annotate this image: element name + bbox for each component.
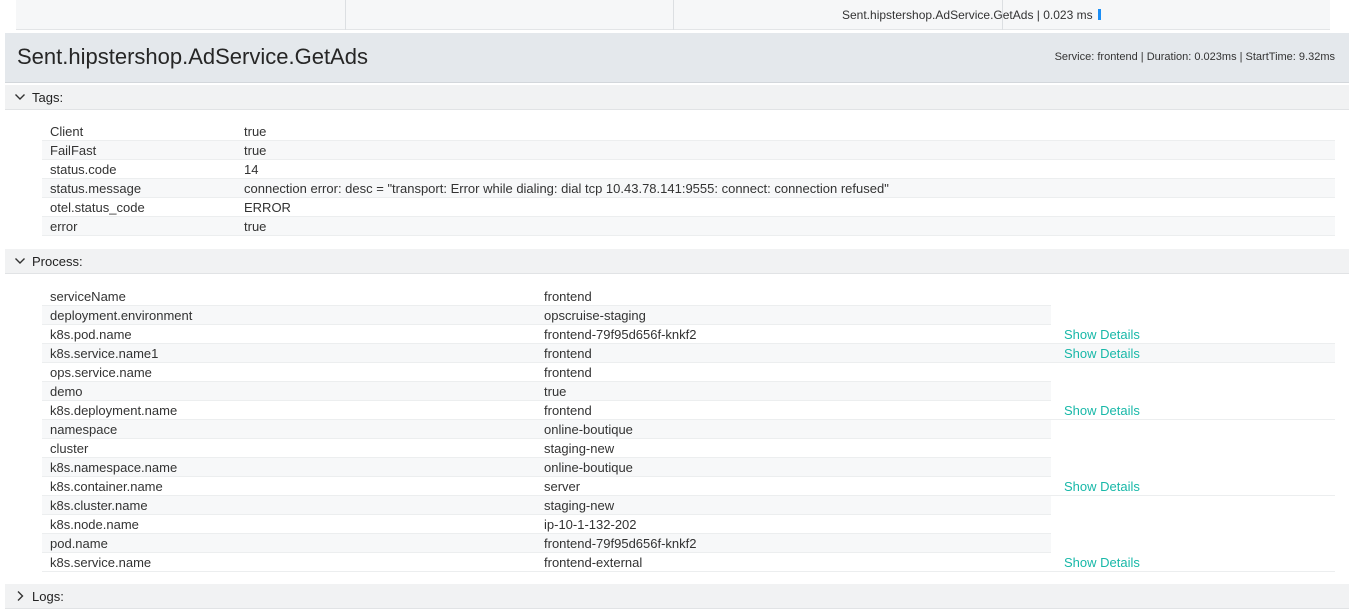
span-meta: Service: frontend | Duration: 0.023ms | … xyxy=(1054,51,1335,63)
table-row: ops.service.name frontend xyxy=(42,363,1051,382)
span-bar-label: Sent.hipstershop.AdService.GetAds | 0.02… xyxy=(842,8,1093,22)
row-value: server xyxy=(544,479,581,494)
row-value: frontend xyxy=(544,365,592,380)
row-key: k8s.service.name xyxy=(50,555,152,570)
row-key: namespace xyxy=(50,422,118,437)
row-key: deployment.environment xyxy=(50,308,193,323)
table-row: k8s.container.name server Show Details xyxy=(42,477,1335,496)
row-value: frontend xyxy=(544,346,592,361)
row-key: k8s.cluster.name xyxy=(50,498,148,513)
table-row: k8s.service.name1 frontend Show Details xyxy=(42,344,1335,363)
logs-section-label: Logs: xyxy=(32,589,64,604)
row-key: status.message xyxy=(50,181,142,196)
row-key: status.code xyxy=(50,162,117,177)
row-key: Client xyxy=(50,124,84,139)
row-value: staging-new xyxy=(544,498,615,513)
row-value: ERROR xyxy=(244,200,291,215)
row-value: frontend-79f95d656f-knkf2 xyxy=(544,327,697,342)
row-value: frontend-external xyxy=(544,555,643,570)
row-key: k8s.container.name xyxy=(50,479,163,494)
table-row: k8s.namespace.name online-boutique xyxy=(42,458,1051,477)
process-section-label: Process: xyxy=(32,254,83,269)
table-row: status.code 14 xyxy=(42,160,1335,179)
table-row: deployment.environment opscruise-staging xyxy=(42,306,1051,325)
table-row: cluster staging-new xyxy=(42,439,1051,458)
row-key: k8s.node.name xyxy=(50,517,139,532)
table-row: namespace online-boutique xyxy=(42,420,1051,439)
timeline-tick xyxy=(345,0,346,30)
row-key: k8s.service.name1 xyxy=(50,346,159,361)
row-key: FailFast xyxy=(50,143,97,158)
span-bar[interactable] xyxy=(1098,9,1101,20)
chevron-down-icon xyxy=(15,94,25,100)
row-value: opscruise-staging xyxy=(544,308,646,323)
table-row: status.message connection error: desc = "… xyxy=(42,179,1335,198)
table-row: k8s.cluster.name staging-new xyxy=(42,496,1051,515)
table-row: serviceName frontend xyxy=(42,287,1051,306)
chevron-down-icon xyxy=(15,258,25,264)
table-row: pod.name frontend-79f95d656f-knkf2 xyxy=(42,534,1051,553)
span-timeline: Sent.hipstershop.AdService.GetAds | 0.02… xyxy=(16,0,1330,30)
row-value: frontend xyxy=(544,403,592,418)
span-title: Sent.hipstershop.AdService.GetAds xyxy=(17,44,368,69)
tags-table: Client true FailFast true status.code 14 statu… xyxy=(42,122,1335,236)
table-row: error true xyxy=(42,217,1335,236)
row-key: serviceName xyxy=(50,289,126,304)
row-key: ops.service.name xyxy=(50,365,152,380)
table-row: k8s.deployment.name frontend Show Details xyxy=(42,401,1335,420)
row-key: error xyxy=(50,219,78,234)
logs-section-toggle[interactable]: Logs: xyxy=(5,584,1349,609)
row-value: frontend xyxy=(544,289,592,304)
table-row: k8s.service.name frontend-external Show De… xyxy=(42,553,1335,572)
table-row: k8s.node.name ip-10-1-132-202 xyxy=(42,515,1051,534)
tags-section-toggle[interactable]: Tags: xyxy=(5,85,1349,110)
row-value: true xyxy=(244,124,267,139)
chevron-right-icon xyxy=(17,591,24,601)
show-details-link[interactable]: Show Details xyxy=(1064,479,1140,494)
row-value: online-boutique xyxy=(544,422,633,437)
row-value: true xyxy=(244,143,267,158)
table-row: k8s.pod.name frontend-79f95d656f-knkf2 Sho… xyxy=(42,325,1335,344)
row-value: 14 xyxy=(244,162,259,177)
row-key: cluster xyxy=(50,441,89,456)
process-table: serviceName frontend deployment.environmen… xyxy=(42,287,1335,572)
show-details-link[interactable]: Show Details xyxy=(1064,346,1140,361)
row-value: connection error: desc = "transport: Err… xyxy=(244,181,889,196)
show-details-link[interactable]: Show Details xyxy=(1064,403,1140,418)
row-value: frontend-79f95d656f-knkf2 xyxy=(544,536,697,551)
row-value: staging-new xyxy=(544,441,615,456)
row-value: true xyxy=(244,219,267,234)
show-details-link[interactable]: Show Details xyxy=(1064,327,1140,342)
process-section-toggle[interactable]: Process: xyxy=(5,249,1349,274)
show-details-link[interactable]: Show Details xyxy=(1064,555,1140,570)
tags-section-label: Tags: xyxy=(32,90,64,105)
row-key: k8s.namespace.name xyxy=(50,460,178,475)
row-key: pod.name xyxy=(50,536,108,551)
row-key: otel.status_code xyxy=(50,200,145,215)
row-key: k8s.deployment.name xyxy=(50,403,178,418)
span-detail-header: Sent.hipstershop.AdService.GetAds Servic… xyxy=(5,33,1349,83)
table-row: otel.status_code ERROR xyxy=(42,198,1335,217)
row-value: ip-10-1-132-202 xyxy=(544,517,637,532)
row-value: true xyxy=(544,384,567,399)
table-row: FailFast true xyxy=(42,141,1335,160)
table-row: Client true xyxy=(42,122,1335,141)
row-key: demo xyxy=(50,384,83,399)
row-value: online-boutique xyxy=(544,460,633,475)
timeline-tick xyxy=(673,0,674,30)
row-key: k8s.pod.name xyxy=(50,327,132,342)
table-row: demo true xyxy=(42,382,1051,401)
